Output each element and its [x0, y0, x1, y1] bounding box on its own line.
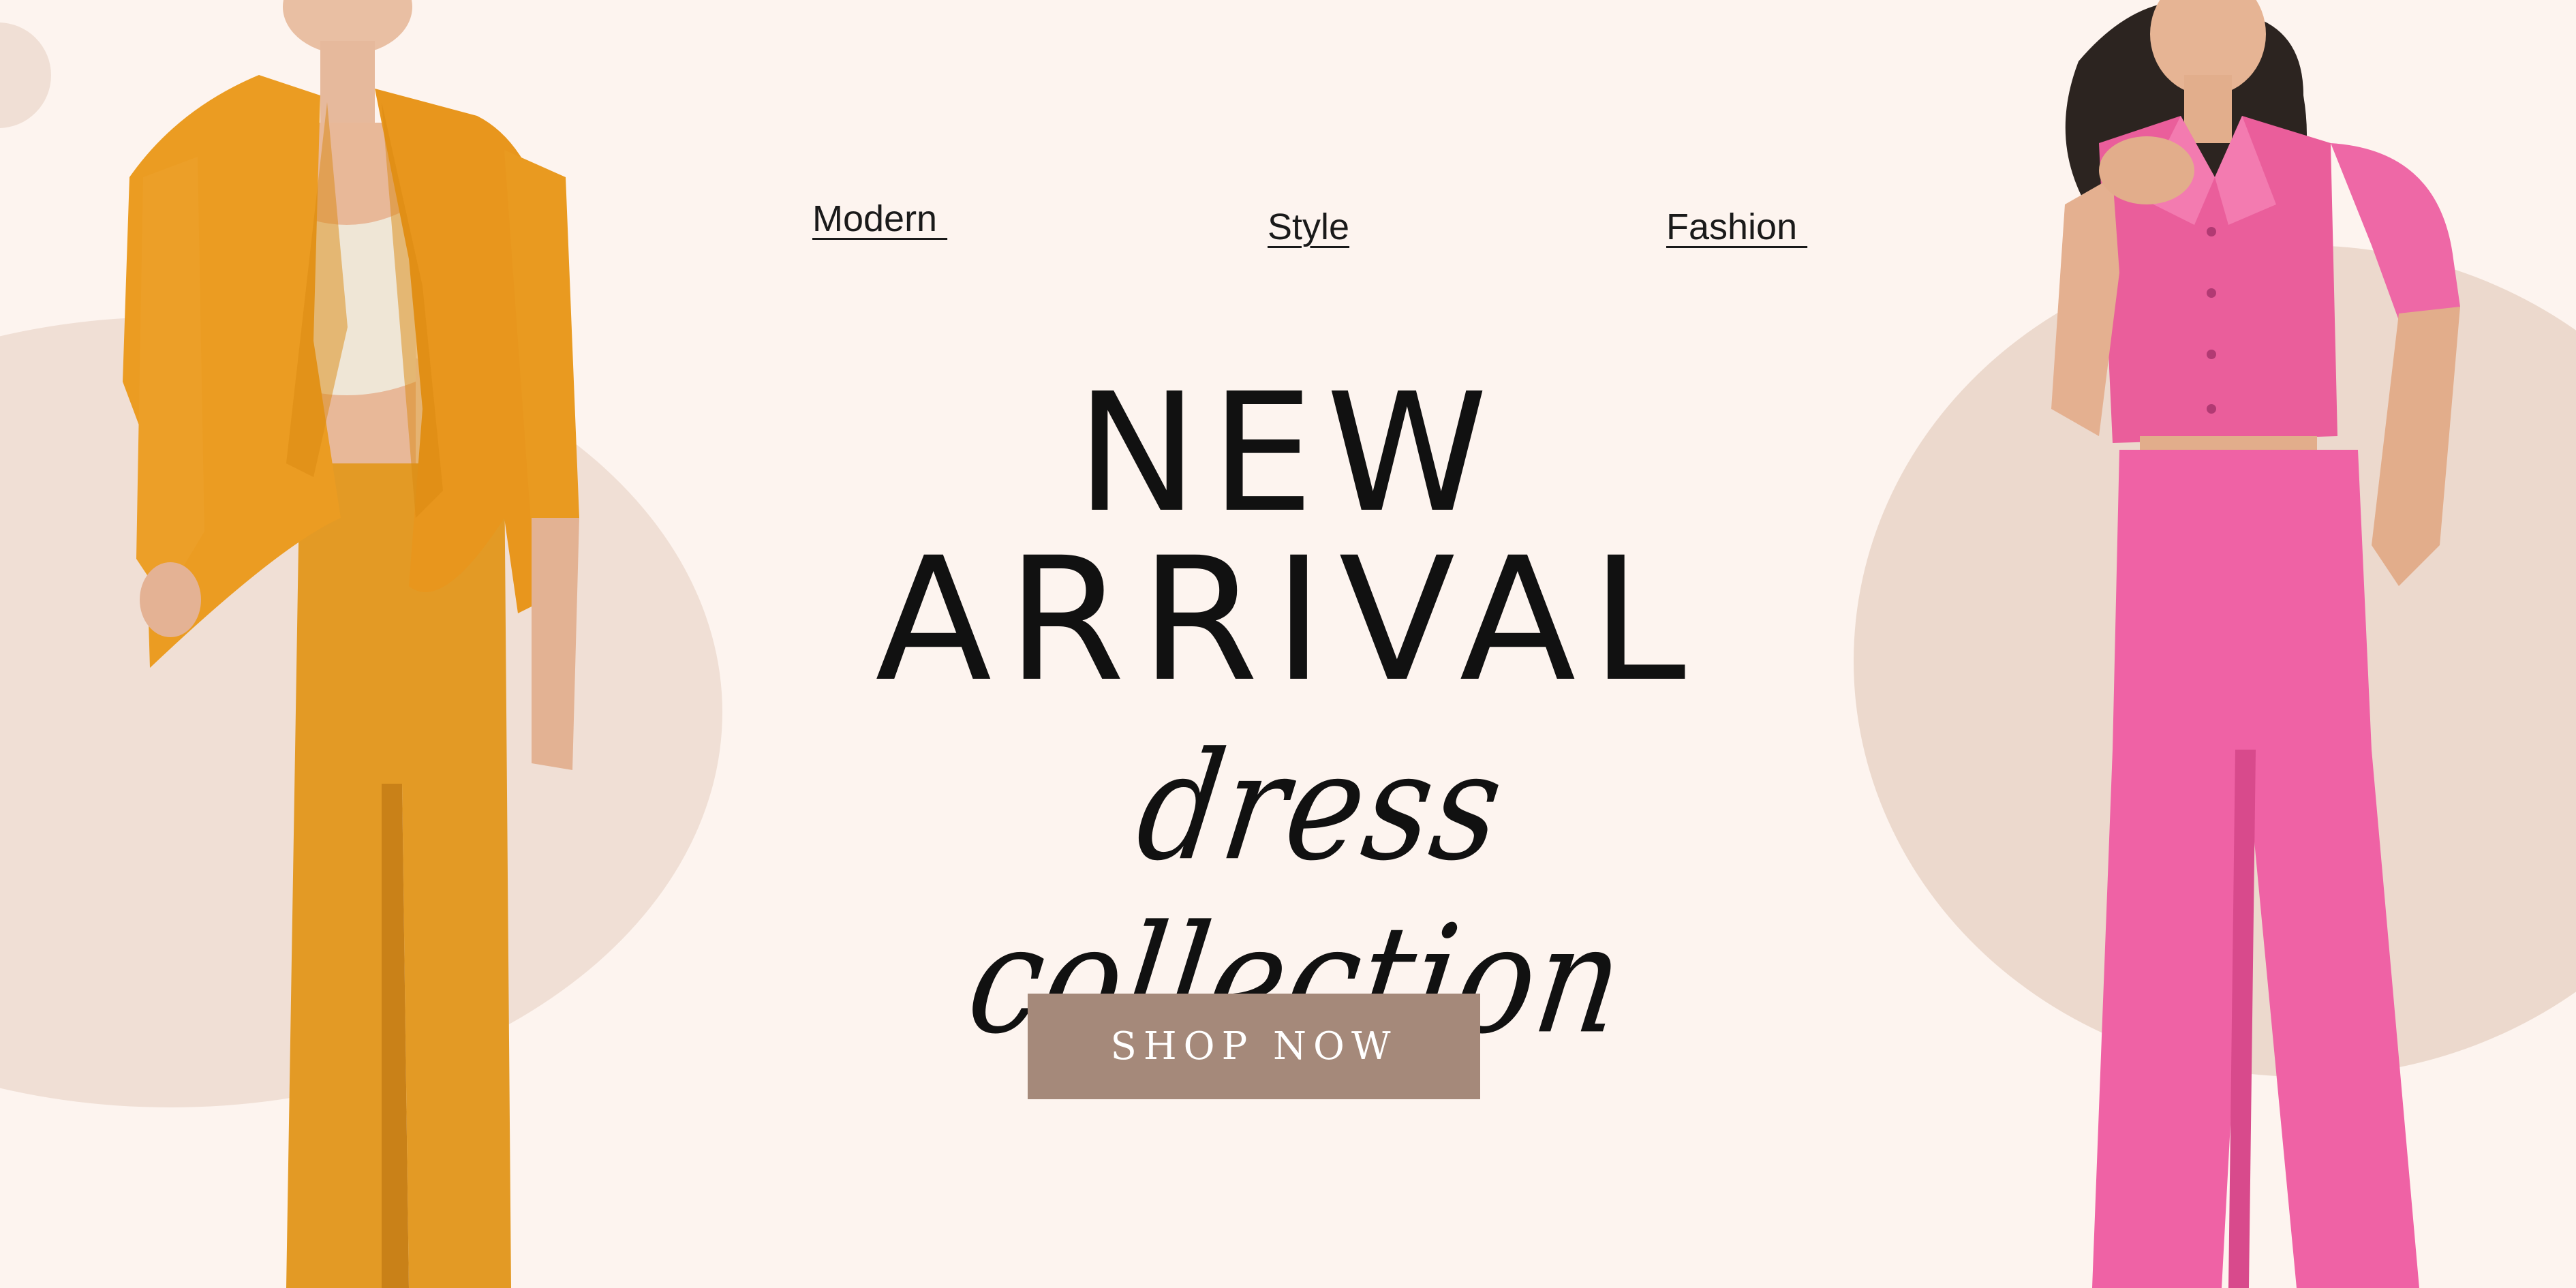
model-photo-pink-outfit: [2051, 0, 2460, 1288]
banner: Modern Style Fashion NEW ARRIVAL dress c…: [0, 0, 2576, 1288]
shop-now-button[interactable]: SHOP NOW: [1028, 994, 1480, 1099]
nav-link-style[interactable]: Style: [1268, 206, 1349, 248]
nav-link-modern[interactable]: Modern: [812, 198, 947, 240]
decorative-circle-small: [0, 22, 51, 128]
headline-new: NEW: [1075, 358, 1501, 549]
nav-link-fashion[interactable]: Fashion: [1666, 206, 1807, 248]
model-photo-mustard-outfit: [123, 0, 579, 1288]
headline-arrival: ARRIVAL: [875, 521, 1701, 719]
